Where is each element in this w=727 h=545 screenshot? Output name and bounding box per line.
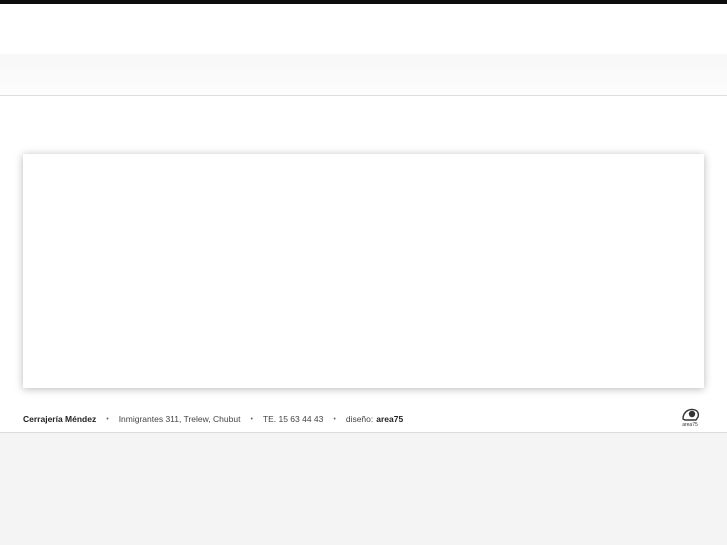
logo-text: area75: [682, 422, 698, 427]
separator: •: [333, 415, 336, 423]
area75-logo-icon[interactable]: area75: [679, 405, 701, 428]
company-name: Cerrajería Méndez: [23, 414, 97, 424]
separator: •: [250, 415, 253, 423]
design-label: diseño:: [345, 414, 374, 424]
page-bottom: [0, 433, 727, 545]
design-credit-link[interactable]: area75: [376, 414, 403, 424]
content-area: Cerrajería Méndez • Inmigrantes 311, Tre…: [0, 96, 727, 433]
address: Inmigrantes 311, Trelew, Chubut: [118, 414, 241, 424]
content-panel: [23, 154, 704, 388]
footer-info: Cerrajería Méndez • Inmigrantes 311, Tre…: [23, 413, 403, 425]
area75-logo-graphic: area75: [682, 408, 700, 428]
header: [0, 4, 727, 54]
separator: •: [106, 415, 109, 423]
page: Cerrajería Méndez • Inmigrantes 311, Tre…: [0, 0, 727, 545]
nav-bar: [0, 54, 727, 96]
phone: TE. 15 63 44 43: [262, 414, 324, 424]
